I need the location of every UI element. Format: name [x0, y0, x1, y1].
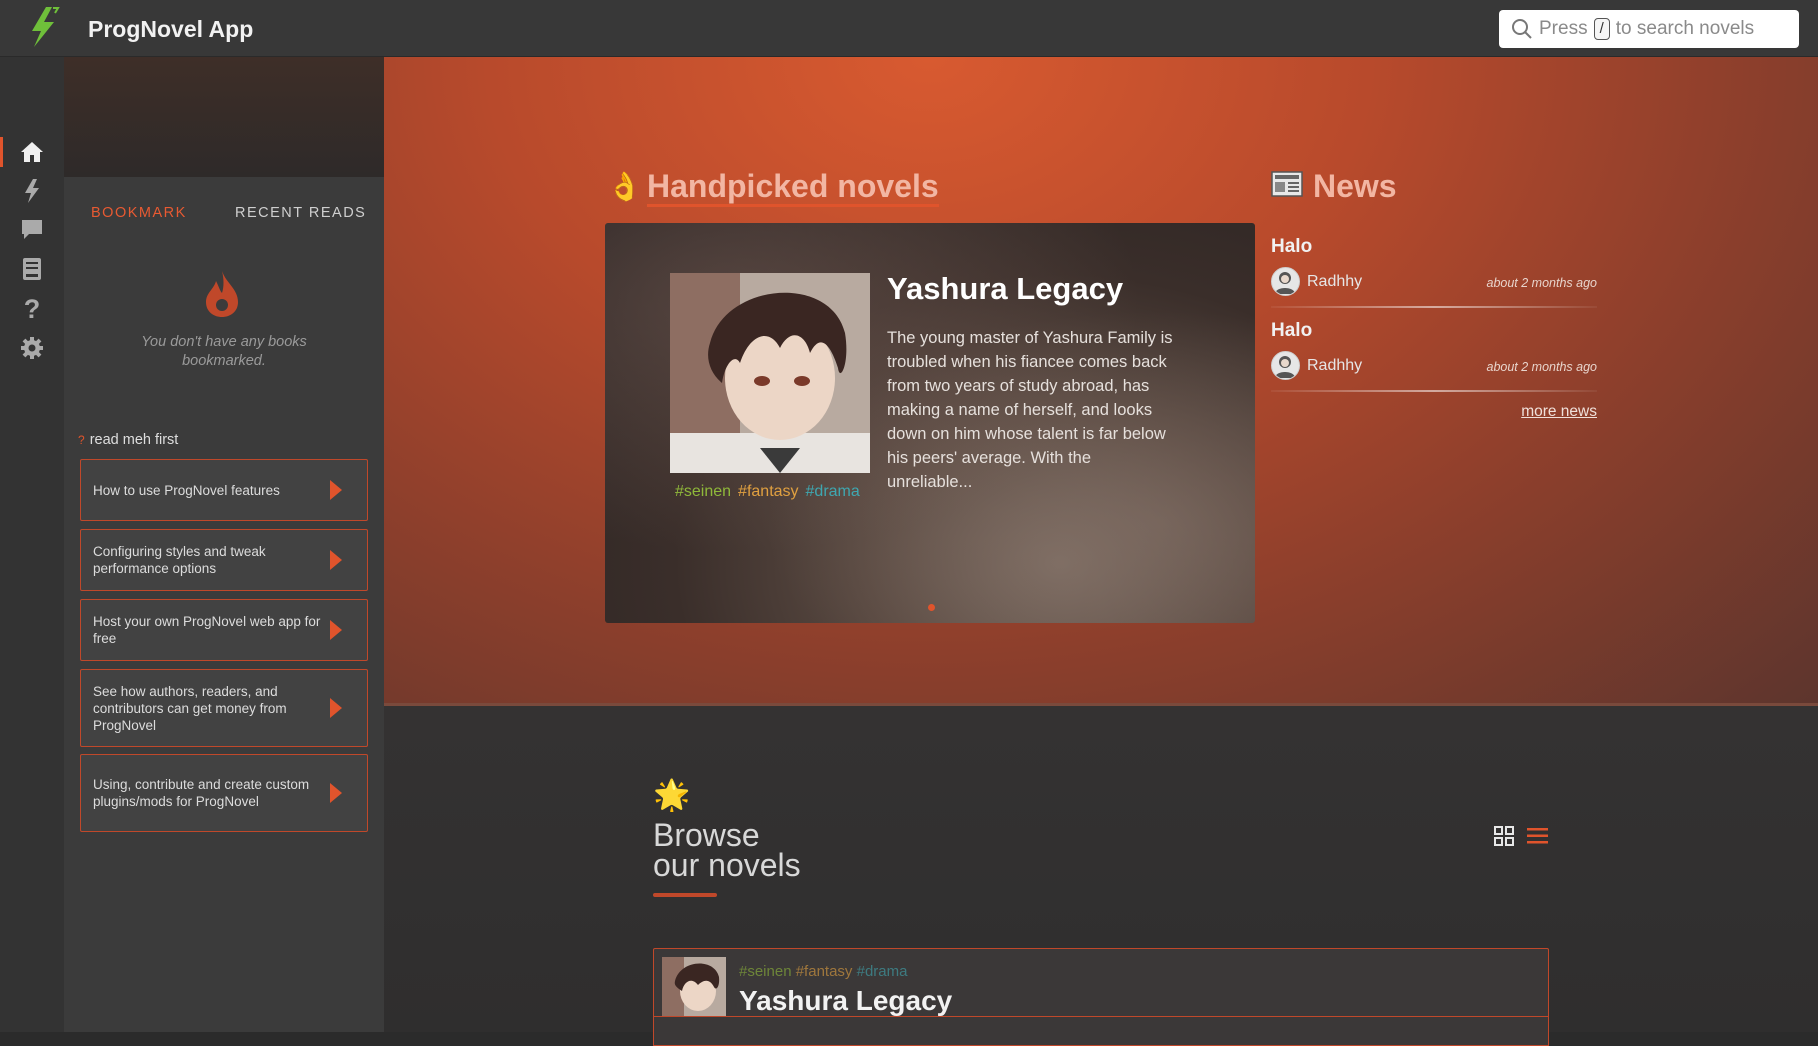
app-title[interactable]: ProgNovel App: [88, 16, 253, 43]
tag-seinen[interactable]: #seinen: [739, 963, 792, 980]
guide-label: How to use ProgNovel features: [93, 482, 280, 498]
gear-icon[interactable]: [19, 335, 45, 361]
guide-item[interactable]: See how authors, readers, and contributo…: [80, 669, 368, 747]
news-item-title[interactable]: Halo: [1271, 320, 1312, 342]
novel-tags: #seinen #fantasy #drama: [675, 483, 867, 501]
avatar: [1271, 351, 1300, 380]
help-icon[interactable]: ?: [19, 296, 45, 323]
chat-icon[interactable]: [19, 217, 45, 243]
grid-view-icon[interactable]: [1494, 826, 1514, 846]
news-author[interactable]: Radhhy: [1271, 267, 1362, 296]
play-arrow-icon: [330, 620, 342, 640]
guide-item[interactable]: Configuring styles and tweak performance…: [80, 529, 368, 591]
active-indicator: [0, 137, 3, 167]
carousel-dot[interactable]: [928, 604, 935, 611]
tag-drama[interactable]: #drama: [806, 483, 860, 500]
newspaper-icon: [1271, 171, 1303, 197]
news-author-name: Radhhy: [1307, 356, 1363, 374]
tag-fantasy[interactable]: #fantasy: [796, 963, 853, 980]
tag-drama[interactable]: #drama: [857, 963, 908, 980]
lightning-icon[interactable]: [19, 178, 45, 204]
handpicked-heading-text: Handpicked novels: [647, 168, 939, 207]
play-arrow-icon: [330, 698, 342, 718]
news-heading-text: News: [1313, 168, 1397, 204]
more-news-link[interactable]: more news: [1500, 403, 1597, 421]
featured-novel-card[interactable]: Yashura Legacy The young master of Yashu…: [605, 223, 1255, 623]
news-item-title[interactable]: Halo: [1271, 236, 1312, 258]
top-bar: ProgNovel App Press / to search novels: [0, 0, 1818, 57]
question-icon: ?: [78, 433, 85, 447]
guide-label: Host your own ProgNovel web app for free: [93, 614, 321, 646]
play-arrow-icon: [330, 783, 342, 803]
news-divider: [1271, 390, 1597, 392]
book-icon[interactable]: [19, 256, 45, 282]
guide-item[interactable]: How to use ProgNovel features: [80, 459, 368, 521]
readme-text: read meh first: [89, 432, 179, 448]
novel-row-tags: #seinen #fantasy #drama: [739, 963, 907, 980]
guide-label: See how authors, readers, and contributo…: [93, 683, 287, 733]
news-divider: [1271, 306, 1597, 308]
novel-thumbnail[interactable]: [662, 957, 726, 1017]
star-icon: 🌟: [653, 779, 691, 812]
news-time: about 2 months ago: [1486, 360, 1598, 374]
news-time: about 2 months ago: [1486, 276, 1598, 290]
icon-rail: ?: [0, 57, 64, 1032]
search-prefix: Press: [1539, 18, 1588, 39]
play-arrow-icon: [330, 480, 342, 500]
news-author-name: Radhhy: [1307, 272, 1363, 290]
news-author[interactable]: Radhhy: [1271, 351, 1362, 380]
lightning-logo-icon[interactable]: [22, 5, 64, 49]
novel-cover-image[interactable]: [670, 273, 870, 473]
tab-recent-reads[interactable]: RECENT READS: [235, 205, 366, 221]
novel-list-row[interactable]: [653, 1016, 1549, 1046]
novel-list-row[interactable]: #seinen #fantasy #drama Yashura Legacy: [653, 948, 1549, 1018]
avatar: [1271, 267, 1300, 296]
home-icon[interactable]: [19, 139, 45, 165]
empty-bookmarks-text: You don't have any books bookmarked.: [141, 334, 307, 369]
search-input[interactable]: Press / to search novels: [1499, 10, 1799, 48]
browse-underline: [653, 893, 717, 897]
browse-heading-line2: our novels: [653, 847, 801, 883]
novel-title[interactable]: Yashura Legacy: [887, 271, 1123, 307]
novel-description: The young master of Yashura Family is tr…: [887, 329, 1173, 491]
browse-heading: Browse our novels: [653, 817, 801, 883]
tab-bookmark[interactable]: BOOKMARK: [91, 205, 187, 221]
readme-label: ? read meh first: [78, 432, 178, 448]
search-shortcut-key: /: [1593, 18, 1610, 40]
guide-label: Using, contribute and create custom plug…: [93, 777, 310, 809]
flame-icon: [206, 271, 238, 317]
tag-fantasy[interactable]: #fantasy: [738, 483, 798, 500]
tag-seinen[interactable]: #seinen: [675, 483, 731, 500]
novel-row-title[interactable]: Yashura Legacy: [739, 985, 952, 1017]
left-panel-header: [64, 57, 384, 177]
handpicked-heading: Handpicked novels: [647, 168, 939, 207]
search-icon: [1512, 19, 1532, 39]
guide-item[interactable]: Using, contribute and create custom plug…: [80, 754, 368, 832]
ok-hand-icon: 👌: [607, 171, 642, 202]
play-arrow-icon: [330, 550, 342, 570]
guide-label: Configuring styles and tweak performance…: [93, 544, 266, 576]
left-panel: BOOKMARK RECENT READS You don't have any…: [64, 57, 384, 1032]
guide-item[interactable]: Host your own ProgNovel web app for free: [80, 599, 368, 661]
news-heading: News: [1313, 168, 1397, 205]
list-view-icon[interactable]: [1527, 827, 1548, 845]
browse-heading-line1: Browse: [653, 817, 760, 853]
search-suffix: to search novels: [1615, 18, 1755, 39]
